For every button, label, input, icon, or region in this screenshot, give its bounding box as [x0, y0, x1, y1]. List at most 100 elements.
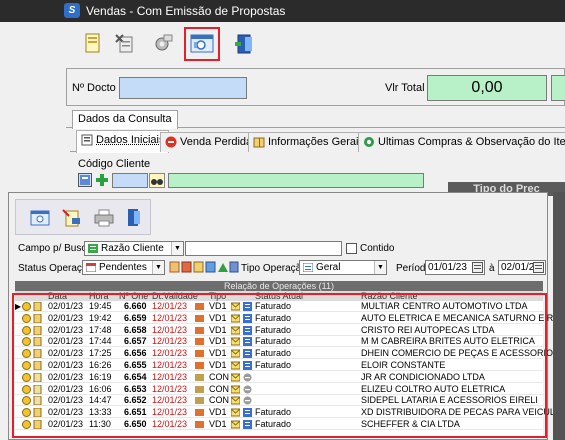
codigo-cliente-input[interactable] — [112, 173, 148, 188]
cell-tipo: VD1 — [209, 324, 227, 335]
calendar-icon[interactable] — [533, 262, 544, 273]
main-toolbar — [62, 22, 562, 66]
docto-panel: Nº Docto Vlr Total 0,00 — [66, 68, 565, 106]
cell-tipo: VD1 — [209, 312, 227, 323]
tab-dados-consulta[interactable]: Dados da Consulta — [72, 110, 178, 129]
envelope-icon — [231, 420, 240, 429]
doc-icon — [33, 396, 42, 406]
subtab-bar: Dados Iniciais Venda Perdida Informações… — [70, 130, 565, 153]
new-document-button[interactable] — [80, 31, 106, 57]
cell-tipo: VD1 — [209, 301, 227, 311]
cell-data: 02/01/23 — [48, 407, 84, 418]
cell-validade: 12/01/23 — [152, 348, 188, 359]
doc-icon — [33, 408, 42, 418]
tab-venda-perdida[interactable]: Venda Perdida — [160, 132, 258, 152]
col-num[interactable]: Nº One — [119, 291, 148, 301]
new-document-icon — [85, 33, 100, 53]
consulta-tabbar: Dados da Consulta — [66, 108, 565, 129]
cell-data: 02/01/23 — [48, 312, 84, 323]
exit-button[interactable] — [232, 31, 258, 57]
cell-hora: 14:47 — [89, 395, 112, 406]
grid-title: Relação de Operações (11) — [15, 281, 543, 291]
cell-tipo: CON — [209, 383, 229, 394]
docto-input[interactable] — [119, 77, 247, 99]
cell-data: 02/01/23 — [48, 419, 84, 429]
cell-num: 6.657 — [124, 336, 147, 347]
cell-data: 02/01/23 — [48, 360, 84, 370]
alert-icon — [22, 325, 31, 335]
cell-status: Faturado — [255, 348, 292, 359]
dialog-scrollbar[interactable] — [553, 192, 565, 440]
status-filter-icons[interactable] — [169, 260, 239, 274]
doc-icon — [33, 313, 42, 323]
tab-informacoes-gerais[interactable]: Informações Gerais — [248, 132, 369, 152]
date-to-input[interactable]: 02/01/23 — [498, 260, 546, 275]
tipo-operacao-label: Tipo Operação — [241, 263, 307, 274]
table-row[interactable]: 02/01/23 13:33 6.651 12/01/23 VD1 Faturado XD … — [15, 407, 565, 419]
col-validade[interactable]: Dt.Validade — [152, 291, 198, 301]
envelope-icon — [231, 396, 240, 405]
cell-validade: 12/01/23 — [152, 312, 188, 323]
col-cliente[interactable]: Razão Cliente — [361, 291, 418, 301]
table-row[interactable]: 02/01/23 14:47 6.652 12/01/23 CON SIDEPEL LAT… — [15, 395, 543, 407]
table-row[interactable]: 02/01/23 17:25 6.656 12/01/23 VD1 Faturado DHE… — [15, 348, 565, 360]
sale-icon — [195, 326, 204, 334]
cancel-document-icon — [115, 34, 133, 53]
dialog-edit-button[interactable] — [60, 206, 84, 230]
table-row[interactable]: 02/01/23 16:26 6.655 12/01/23 VD1 Faturado ELO… — [15, 360, 543, 371]
tab-dados-iniciais[interactable]: Dados Iniciais — [76, 130, 170, 153]
cancel-document-button[interactable] — [112, 31, 138, 57]
table-row[interactable]: 02/01/23 16:06 6.653 12/01/23 CON ELIZEU COLT… — [15, 384, 543, 395]
contido-label: Contido — [360, 243, 395, 254]
invoice-icon — [243, 337, 252, 347]
col-hora[interactable]: Hora — [89, 291, 109, 301]
cell-validade: 12/01/23 — [152, 419, 188, 429]
dialog-exit-button[interactable] — [122, 206, 146, 230]
add-cliente-button[interactable] — [95, 173, 109, 187]
envelope-icon — [231, 349, 240, 358]
table-row[interactable]: 02/01/23 17:44 6.657 12/01/23 VD1 Faturado M M… — [15, 336, 543, 348]
search-operations-button[interactable] — [184, 27, 220, 61]
calendar-icon[interactable] — [472, 262, 483, 273]
settings-button[interactable] — [150, 31, 176, 57]
alert-icon — [22, 361, 31, 370]
contido-checkbox[interactable] — [346, 243, 357, 254]
sale-icon — [195, 314, 204, 322]
status-operacoes-select[interactable]: Pendentes ▼ — [82, 260, 165, 275]
table-row[interactable]: 02/01/23 16:19 6.654 12/01/23 CON JR AR CONDI… — [15, 372, 543, 383]
tab-ultimas-compras[interactable]: Ultimas Compras & Observação do Item — [358, 132, 565, 152]
cell-data: 02/01/23 — [48, 395, 84, 406]
doc-icon — [33, 349, 42, 359]
search-window-icon — [190, 34, 214, 53]
dialog-search-button[interactable] — [28, 206, 52, 230]
alert-icon — [22, 408, 31, 418]
table-row[interactable]: 02/01/23 19:42 6.659 12/01/23 VD1 Faturado AUT… — [15, 312, 565, 324]
col-data[interactable]: Data — [48, 291, 67, 301]
search-cliente-button[interactable] — [149, 173, 165, 188]
cell-hora: 13:33 — [89, 407, 112, 418]
cell-status: Faturado — [255, 407, 292, 418]
exit-door-icon — [128, 209, 140, 226]
doc-icon — [33, 337, 42, 347]
col-status[interactable]: Status Atual — [255, 291, 303, 301]
sale-icon — [195, 421, 204, 428]
invoice-icon — [243, 361, 252, 370]
table-row[interactable]: 02/01/23 11:30 6.650 12/01/23 VD1 Faturado SCH… — [15, 419, 543, 430]
alert-icon — [22, 337, 31, 347]
col-tipo[interactable]: Tipo — [209, 291, 226, 301]
envelope-icon — [231, 314, 240, 323]
vlr-extra-field — [551, 75, 565, 101]
calculator-button[interactable] — [78, 173, 92, 187]
dialog-print-button[interactable] — [92, 206, 116, 230]
pending-icon — [243, 373, 252, 382]
tipo-operacao-select[interactable]: Geral ▼ — [299, 260, 387, 275]
date-from-input[interactable]: 01/01/23 — [425, 260, 485, 275]
alert-icon — [22, 302, 31, 311]
table-row[interactable]: ▶ 02/01/23 19:45 6.660 12/01/23 VD1 Faturado MU… — [15, 301, 543, 312]
table-row[interactable]: 02/01/23 17:48 6.658 12/01/23 VD1 Faturado CRI… — [15, 325, 543, 336]
busca-input[interactable] — [185, 241, 342, 256]
tab-venda-perdida-label: Venda Perdida — [180, 136, 253, 148]
campo-busca-select[interactable]: Razão Cliente ▼ — [84, 241, 184, 256]
cell-tipo: VD1 — [209, 360, 227, 370]
vlr-total-label: Vlr Total — [385, 82, 425, 94]
